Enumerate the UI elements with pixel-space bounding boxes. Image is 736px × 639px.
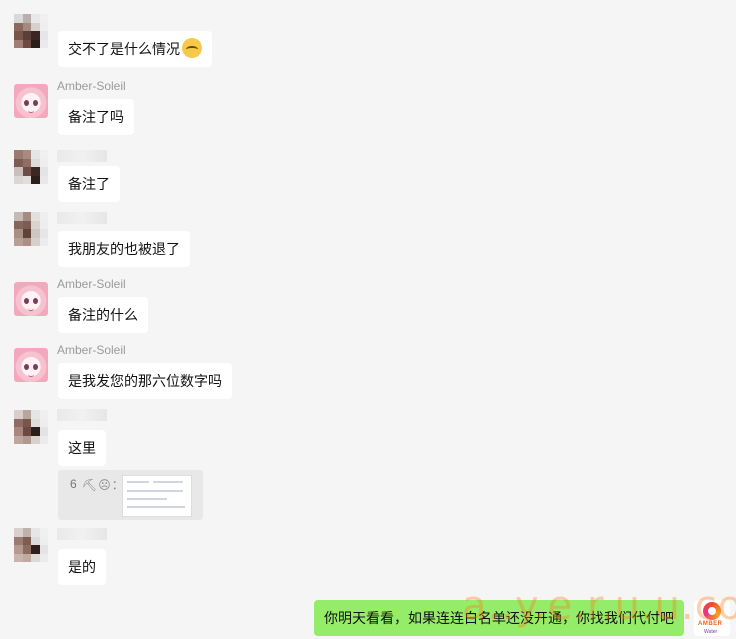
contact-avatar[interactable]: [14, 410, 48, 444]
message-bubble[interactable]: 我朋友的也被退了: [58, 231, 190, 267]
sender-name: Amber-Soleil: [57, 343, 126, 357]
message-bubble[interactable]: 备注了: [58, 166, 120, 202]
quoted-message[interactable]: 6 ⛏☹：: [58, 470, 203, 520]
quote-prefix: 6: [70, 477, 77, 491]
message-bubble[interactable]: 是我发您的那六位数字吗: [58, 363, 232, 399]
amber-logo-icon: [703, 602, 721, 620]
contact-avatar[interactable]: [14, 14, 48, 48]
message-text: 交不了是什么情况: [68, 41, 180, 57]
sender-name-blurred: [57, 150, 107, 162]
message-text: 备注的什么: [68, 307, 138, 323]
message-bubble[interactable]: 备注的什么: [58, 297, 148, 333]
message-text: 备注了吗: [68, 109, 124, 125]
message-bubble[interactable]: 是的: [58, 549, 106, 585]
message-text: 这里: [68, 440, 96, 456]
amber-soleil-avatar[interactable]: [14, 84, 48, 118]
message-bubble[interactable]: 这里: [58, 430, 106, 466]
my-message-text: 你明天看看，如果连连白名单还没开通，你找我们代付吧: [324, 610, 674, 626]
sender-name: Amber-Soleil: [57, 79, 126, 93]
message-text: 我朋友的也被退了: [68, 241, 180, 257]
message-text: 备注了: [68, 176, 110, 192]
contact-avatar[interactable]: [14, 528, 48, 562]
message-text: 是的: [68, 559, 96, 575]
amber-soleil-avatar[interactable]: [14, 282, 48, 316]
sender-name-blurred: [57, 528, 107, 540]
screenshot-thumbnail[interactable]: [122, 475, 192, 517]
crying-laughing-emoji-icon: [182, 38, 202, 58]
sender-name: Amber-Soleil: [57, 277, 126, 291]
message-bubble[interactable]: 备注了吗: [58, 99, 134, 135]
my-message-bubble[interactable]: 你明天看看，如果连连白名单还没开通，你找我们代付吧: [314, 600, 684, 636]
contact-avatar[interactable]: [14, 212, 48, 246]
message-bubble[interactable]: 交不了是什么情况: [58, 31, 212, 67]
contact-avatar[interactable]: [14, 150, 48, 184]
sender-name-blurred: [57, 409, 107, 421]
sender-name-blurred: [57, 212, 107, 224]
amber-soleil-avatar[interactable]: [14, 348, 48, 382]
quote-emoji-icons: ⛏☹：: [82, 478, 125, 492]
my-avatar-logo[interactable]: AMBER Water: [694, 600, 730, 636]
message-text: 是我发您的那六位数字吗: [68, 373, 222, 389]
